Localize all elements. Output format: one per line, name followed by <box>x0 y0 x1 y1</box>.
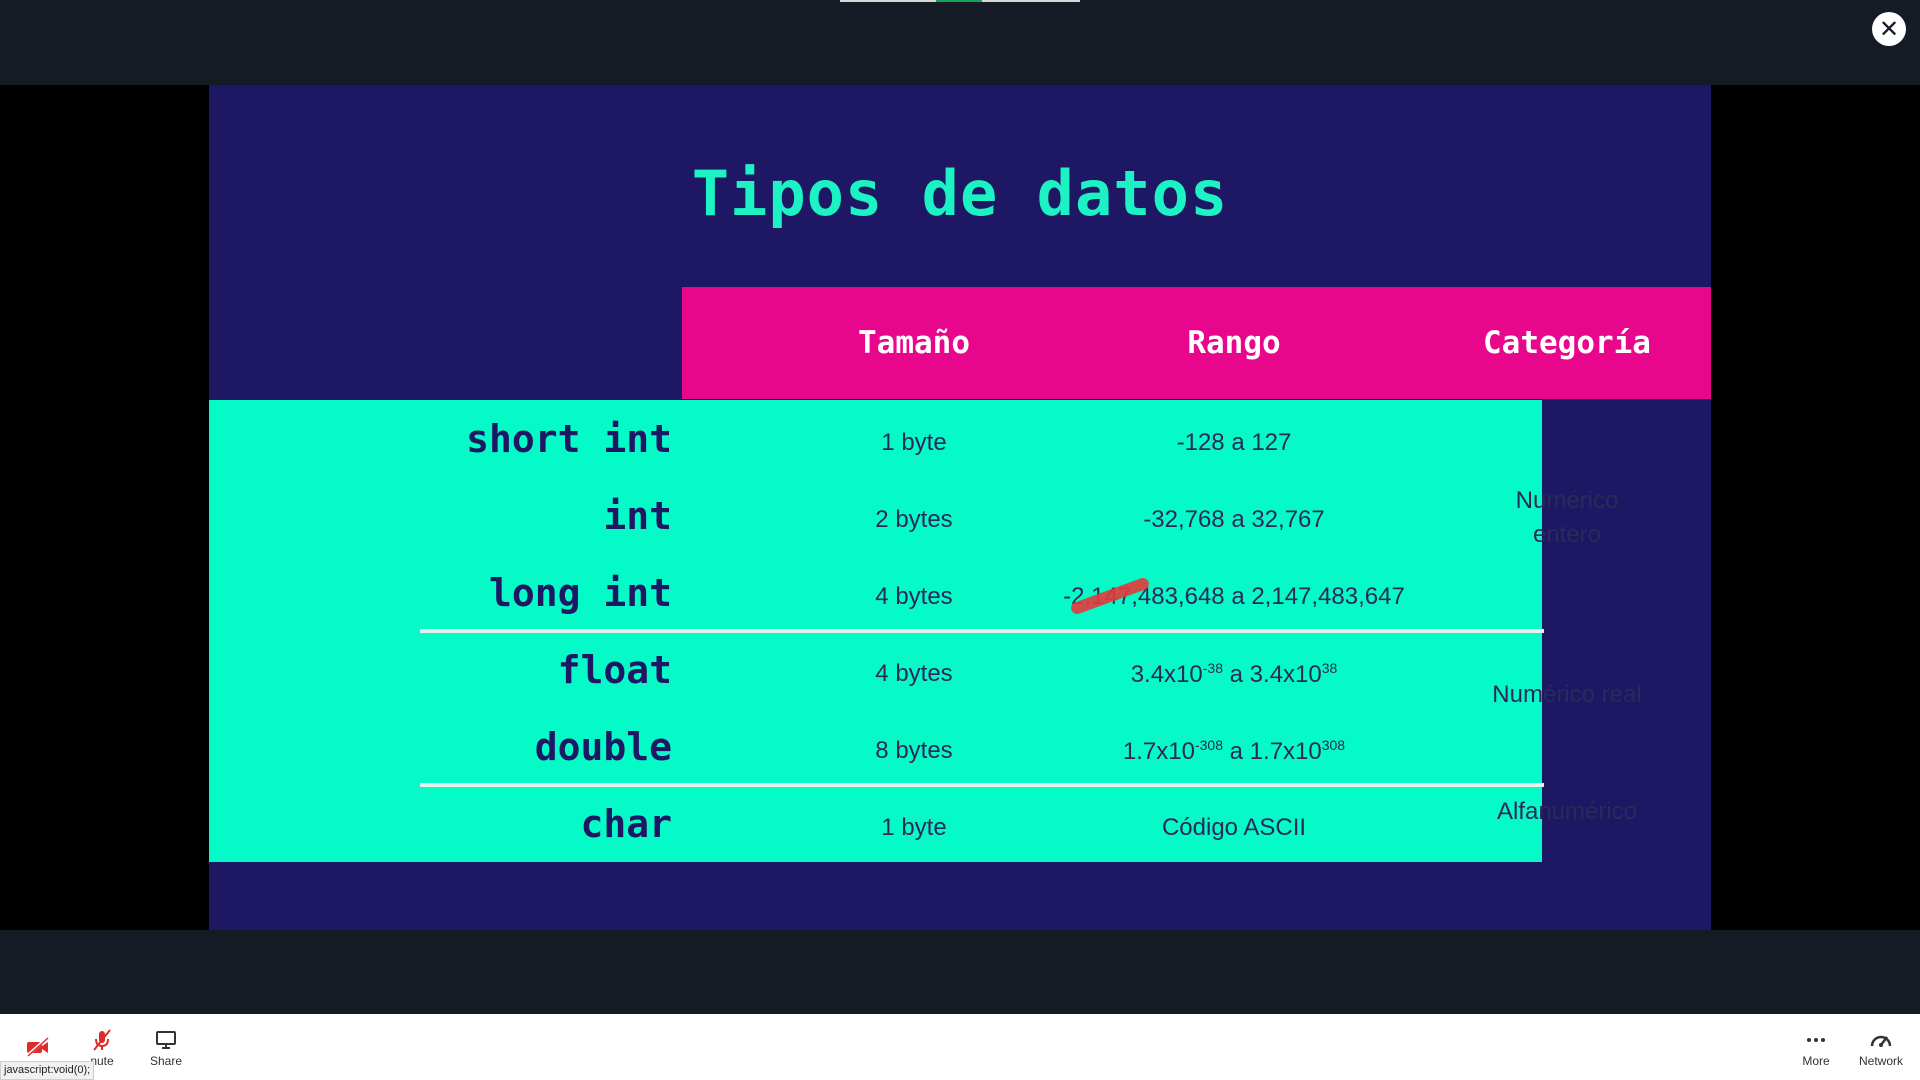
network-gauge-icon <box>1869 1026 1893 1054</box>
category-integer-line1: Numérico <box>1515 487 1619 514</box>
type-float: float <box>557 648 672 692</box>
size-short-int: 1 byte <box>881 429 947 456</box>
top-progress-indicator <box>840 0 1080 2</box>
browser-status-tooltip: javascript:void(0); <box>0 1061 95 1080</box>
video-off-icon <box>25 1033 51 1061</box>
meeting-toolbar: nute Share More Network <box>0 1014 1920 1080</box>
range-double: 1.7x10-308 a 1.7x10308 <box>1019 737 1449 766</box>
range-double-min-exp: -308 <box>1194 737 1223 753</box>
type-short-int: short int <box>466 417 672 461</box>
slide-title: Tipos de datos <box>691 157 1229 230</box>
more-button[interactable]: More <box>1791 1014 1841 1080</box>
size-char: 1 byte <box>881 814 947 841</box>
header-category: Categoría <box>1483 325 1651 361</box>
category-integer: Numérico entero <box>1449 484 1685 552</box>
category-alnum: Alfanumérico <box>1496 798 1638 825</box>
range-float-sep: a <box>1222 661 1250 688</box>
network-label: Network <box>1858 1054 1903 1068</box>
range-float-min-exp: -38 <box>1202 660 1223 676</box>
size-double: 8 bytes <box>875 737 953 764</box>
range-double-sep: a <box>1222 738 1250 765</box>
range-float-min: 3.4x10 <box>1130 661 1203 688</box>
type-double: double <box>534 725 672 769</box>
close-icon: ✕ <box>1878 15 1900 43</box>
header-range: Rango <box>1187 325 1281 361</box>
range-double-max: 1.7x10 <box>1249 738 1322 765</box>
size-float: 4 bytes <box>875 660 953 687</box>
group-divider <box>420 783 1544 787</box>
range-float: 3.4x10-38 a 3.4x1038 <box>1019 660 1449 689</box>
type-long-int: long int <box>488 571 672 615</box>
type-int: int <box>603 494 672 538</box>
network-button[interactable]: Network <box>1852 1014 1910 1080</box>
more-label: More <box>1802 1054 1830 1068</box>
category-integer-line2: entero <box>1532 521 1602 548</box>
share-button[interactable]: Share <box>141 1014 191 1080</box>
group-divider <box>420 629 1544 633</box>
size-long-int: 4 bytes <box>875 583 953 610</box>
header-size: Tamaño <box>858 325 970 361</box>
screen-share-icon <box>154 1026 178 1054</box>
presentation-slide: Tipos de datos Tamaño Rango Categoría sh… <box>209 85 1711 930</box>
range-float-max-exp: 38 <box>1321 660 1338 676</box>
range-float-max: 3.4x10 <box>1249 661 1322 688</box>
range-int: -32,768 a 32,767 <box>1143 506 1325 533</box>
type-char: char <box>580 802 672 846</box>
size-int: 2 bytes <box>875 506 953 533</box>
range-char: Código ASCII <box>1161 814 1307 841</box>
range-short-int: -128 a 127 <box>1176 429 1292 456</box>
share-label: Share <box>149 1054 183 1068</box>
category-real: Numérico real <box>1492 681 1642 708</box>
more-dots-icon <box>1805 1026 1827 1054</box>
close-button[interactable]: ✕ <box>1872 12 1906 46</box>
meeting-window: ✕ Tipos de datos Tamaño Rango Categoría … <box>0 0 1920 1080</box>
range-double-min: 1.7x10 <box>1122 738 1195 765</box>
mic-off-icon <box>91 1026 113 1054</box>
range-double-max-exp: 308 <box>1321 737 1346 753</box>
